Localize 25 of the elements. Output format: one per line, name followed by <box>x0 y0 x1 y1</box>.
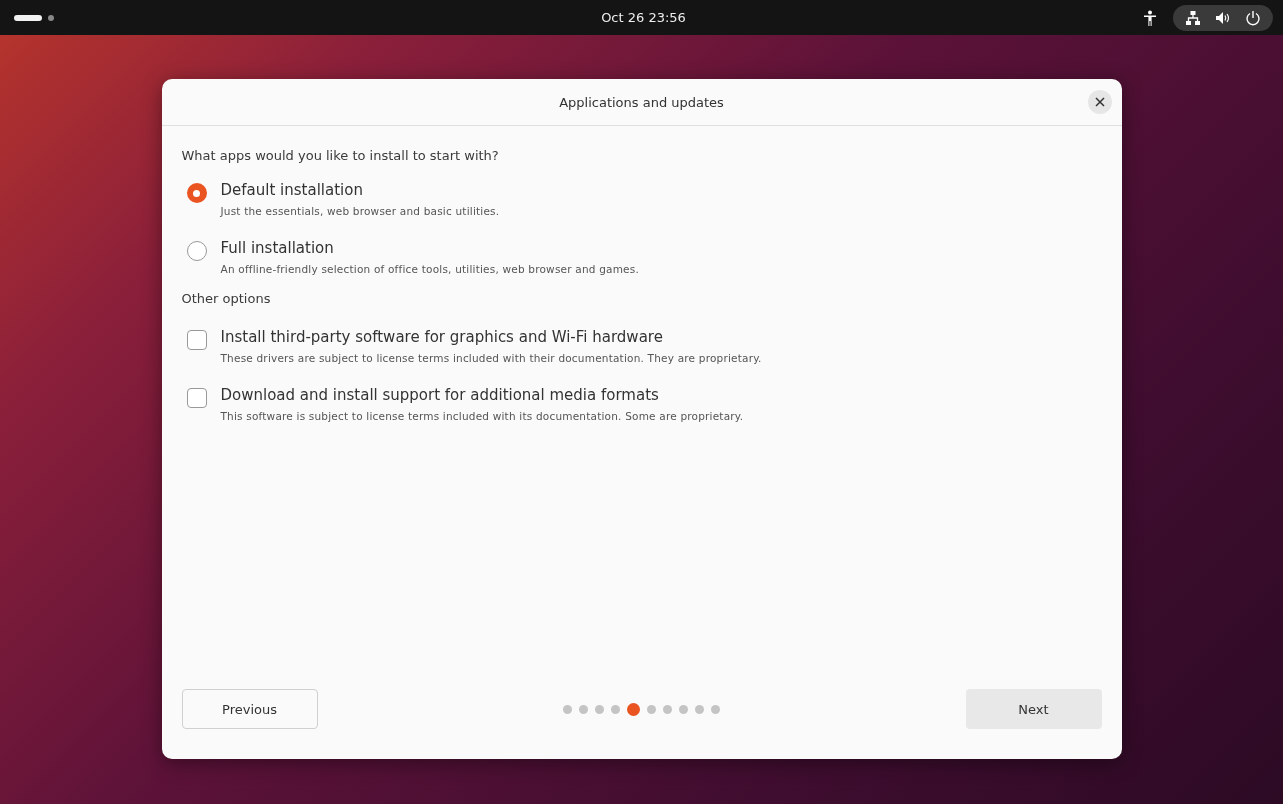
close-button[interactable] <box>1087 90 1112 114</box>
option-label[interactable]: Full installation <box>220 239 639 257</box>
checkbox[interactable] <box>186 388 207 408</box>
option-description: These drivers are subject to license terms included with their documentation. They are proprietary. <box>220 352 762 364</box>
option-description: Just the essentials, web browser and basic utilities. <box>220 205 500 217</box>
power-icon <box>1245 9 1261 26</box>
option-description: An offline-friendly selection of office tools, utilities, web browser and games. <box>220 263 639 275</box>
option-label[interactable]: Install third-party software for graphics and Wi-Fi hardware <box>220 328 762 346</box>
workspace-indicator[interactable] <box>14 14 42 21</box>
network-icon <box>1185 9 1201 26</box>
previous-button[interactable]: Previous <box>181 689 318 729</box>
option-label[interactable]: Download and install support for additional media formats <box>220 386 744 404</box>
next-button[interactable]: Next <box>965 689 1102 729</box>
radio-button[interactable] <box>186 241 207 261</box>
radio-button[interactable] <box>186 183 207 203</box>
close-icon <box>1094 97 1105 107</box>
system-menu[interactable] <box>1173 4 1273 31</box>
checkbox[interactable] <box>186 330 207 350</box>
option-description: This software is subject to license terms included with its documentation. Some are proprietary. <box>220 410 744 422</box>
question-text: What apps would you like to install to start with? <box>181 148 500 163</box>
accessibility-icon[interactable] <box>1143 9 1157 26</box>
option-label[interactable]: Default installation <box>220 181 500 199</box>
section-heading: Other options <box>181 291 272 306</box>
clock[interactable]: Oct 26 23:56 <box>601 10 686 25</box>
dialog-title: Applications and updates <box>559 94 724 110</box>
